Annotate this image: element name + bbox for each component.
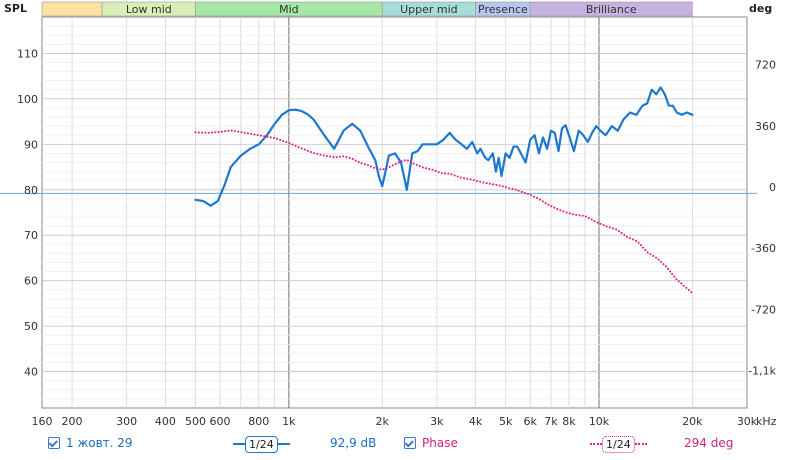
y-right-tick-5: -1,1k: [748, 365, 776, 378]
y-left-tick-0: 40: [24, 366, 38, 379]
x-tick-6: 800: [248, 415, 269, 428]
left-axis-title: SPL: [4, 2, 27, 15]
x-tick-5: 600: [210, 415, 231, 428]
grid-lines: [0, 16, 757, 409]
y-left-tick-4: 80: [24, 184, 38, 197]
spl-phase-chart: Low mid Mid Upper mid Presence Brilliance 16…: [0, 0, 800, 456]
spl-cursor-value: 92,9 dB: [330, 436, 377, 450]
x-tick-15: 10k: [589, 415, 610, 428]
plot-frame: [41, 16, 748, 409]
y-right-tick-2: 0: [769, 181, 776, 194]
y-right-tick-3: -360: [751, 242, 776, 255]
right-axis-title: deg: [749, 2, 772, 15]
y-left-tick-6: 100: [17, 93, 38, 106]
spl-line-swatch-right: [277, 443, 290, 445]
x-tick-17: 30k: [737, 415, 758, 428]
y-right-tick-4: -720: [751, 303, 776, 316]
phase-smoothing-selector[interactable]: 1/24: [590, 434, 647, 454]
spl-legend-label: 1 жовт. 29: [66, 436, 133, 450]
y-right-tick-0: 720: [755, 59, 776, 72]
band-0: [41, 1, 103, 17]
x-tick-7: 1k: [282, 415, 296, 428]
y-left-tick-7: 110: [17, 47, 38, 60]
x-unit-label: kHz: [756, 415, 777, 428]
x-tick-2: 300: [116, 415, 137, 428]
chart-canvas: Low mid Mid Upper mid Presence Brilliance 16…: [0, 1, 777, 428]
phase-cursor-value: 294 deg: [684, 436, 734, 450]
phase-legend-label: Phase: [422, 436, 458, 450]
x-tick-4: 500: [185, 415, 206, 428]
x-tick-9: 3k: [430, 415, 444, 428]
phase-checkbox[interactable]: [404, 437, 416, 449]
x-tick-12: 6k: [524, 415, 538, 428]
band-label-1: Low mid: [126, 3, 172, 16]
spl-line-swatch: [233, 443, 245, 445]
band-label-3: Upper mid: [400, 3, 458, 16]
band-label-5: Brilliance: [586, 3, 637, 16]
y-left-tick-1: 50: [24, 320, 38, 333]
phase-legend-toggle[interactable]: Phase: [404, 432, 458, 454]
spl-smoothing-selector[interactable]: 1/24: [233, 434, 290, 454]
band-label-4: Presence: [478, 3, 528, 16]
frequency-bands: Low mid Mid Upper mid Presence Brilliance: [41, 1, 693, 17]
spl-checkbox[interactable]: [48, 437, 60, 449]
phase-smoothing-label: 1/24: [602, 435, 635, 453]
x-tick-13: 7k: [544, 415, 558, 428]
tick-labels: 160 200 300 400 500 600 800 1k 2k 3k 4k 5k 6k 7k 8k 10k…: [17, 47, 777, 428]
phase-line-swatch-right: [634, 443, 647, 445]
x-tick-14: 8k: [562, 415, 576, 428]
series-line-1: [194, 129, 694, 294]
x-tick-11: 5k: [499, 415, 513, 428]
x-tick-16: 20k: [682, 415, 703, 428]
y-left-tick-2: 60: [24, 275, 38, 288]
spl-smoothing-label: 1/24: [245, 435, 278, 453]
phase-line-swatch: [590, 443, 602, 445]
x-tick-10: 4k: [469, 415, 483, 428]
y-right-tick-1: 360: [755, 120, 776, 133]
spl-legend-toggle[interactable]: 1 жовт. 29: [48, 432, 133, 454]
x-tick-1: 200: [62, 415, 83, 428]
band-label-2: Mid: [279, 3, 299, 16]
y-left-tick-3: 70: [24, 229, 38, 242]
series-line-0: [194, 86, 694, 207]
y-left-tick-5: 90: [24, 138, 38, 151]
x-tick-0: 160: [32, 415, 53, 428]
x-tick-3: 400: [155, 415, 176, 428]
x-tick-8: 2k: [376, 415, 390, 428]
